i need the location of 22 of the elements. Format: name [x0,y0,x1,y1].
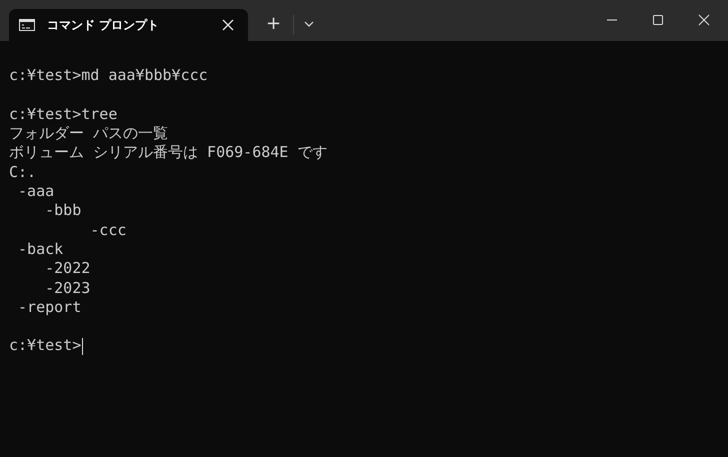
tree-entry: -ccc [90,220,126,240]
console-line: c:¥test>md aaa¥bbb¥ccc [9,66,208,86]
close-icon[interactable] [698,14,710,26]
console-line: C:. [9,162,36,182]
tree-entry: -back [18,240,64,260]
terminal-tab[interactable]: コマンド プロンプト [9,9,248,41]
tab-title: コマンド プロンプト [47,16,160,34]
tree-entry: -2022 [45,259,90,279]
tree-entry: -aaa [18,182,54,202]
new-tab-button[interactable]: + [262,14,286,34]
command-prompt: c:¥test> [9,336,82,356]
console-line: c:¥test>tree [9,104,118,124]
maximize-icon[interactable] [652,14,664,26]
tree-entry: -report [18,298,82,318]
close-tab-icon[interactable] [222,19,234,31]
tree-entry: -2023 [45,278,90,298]
console-line: ボリューム シリアル番号は F069-684E です [9,143,328,163]
console-icon [19,19,35,31]
console-line: フォルダー パスの一覧 [9,124,168,144]
chevron-down-icon[interactable] [304,21,314,27]
text-cursor [82,338,84,355]
tree-entry: -bbb [45,201,82,221]
